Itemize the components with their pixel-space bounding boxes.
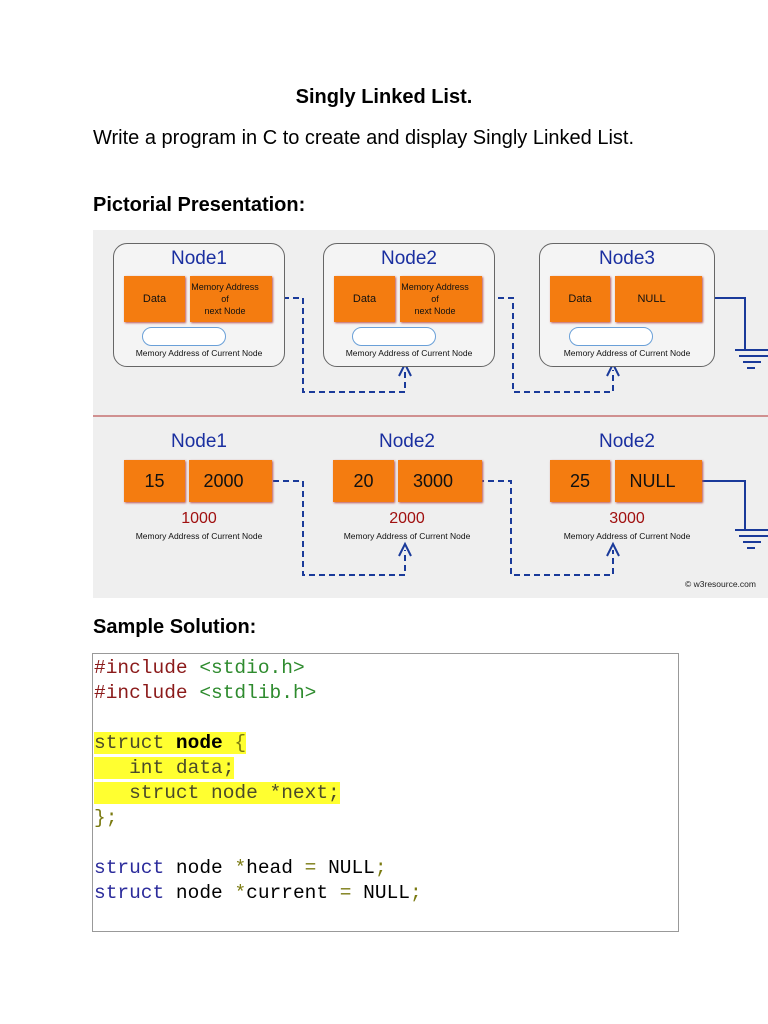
code-line: int data;: [94, 757, 235, 779]
node-address: 1000: [181, 510, 217, 527]
next-cell: 3000: [398, 460, 482, 502]
address-oval: [352, 327, 436, 346]
node-title: Node2: [381, 248, 437, 269]
data-cell: 25: [550, 460, 610, 502]
ground-icon: [735, 529, 768, 549]
page-title: Singly Linked List.: [295, 86, 473, 108]
node-title: Node3: [599, 248, 655, 269]
next-cell: Memory Address of next Node: [400, 276, 482, 322]
code-line: };: [94, 807, 118, 829]
code-line: #include <stdio.h>: [94, 657, 305, 679]
next-cell: NULL: [615, 276, 702, 322]
intro-text: Write a program in C to create and displ…: [93, 127, 635, 149]
node-caption: Memory Address of Current Node: [345, 348, 473, 358]
node-caption: Memory Address of Current Node: [135, 348, 263, 358]
data-cell: Data: [124, 276, 185, 322]
code-line: #include <stdlib.h>: [94, 682, 317, 704]
node-title: Node2: [379, 431, 435, 452]
node-caption: Memory Address of Current Node: [563, 348, 691, 358]
linked-list-diagram: Node1 Node2 Node3 Data Memory Address of n…: [93, 230, 768, 598]
code-block: #include <stdio.h> #include <stdlib.h> s…: [92, 653, 679, 932]
node-address: 3000: [609, 510, 645, 527]
w3resource-credit: © w3resource.com: [685, 579, 756, 589]
node-caption: Memory Address of Current Node: [343, 531, 471, 541]
pictorial-heading: Pictorial Presentation:: [93, 194, 306, 216]
address-oval: [142, 327, 226, 346]
next-cell: Memory Address of next Node: [190, 276, 272, 322]
solution-heading: Sample Solution:: [93, 616, 257, 638]
node-title: Node1: [171, 431, 227, 452]
data-cell: 20: [333, 460, 394, 502]
next-cell: NULL: [615, 460, 702, 502]
code-line: struct node {: [94, 732, 247, 754]
data-cell: 15: [124, 460, 185, 502]
code-line: struct node *current = NULL;: [94, 882, 422, 904]
ground-icon: [735, 349, 768, 369]
code-line: struct node *head = NULL;: [94, 857, 387, 879]
node-title: Node1: [171, 248, 227, 269]
next-cell: 2000: [189, 460, 272, 502]
data-cell: Data: [334, 276, 395, 322]
node-title: Node2: [599, 431, 655, 452]
data-cell: Data: [550, 276, 610, 322]
node-caption: Memory Address of Current Node: [135, 531, 263, 541]
code-line: struct node *next;: [94, 782, 340, 804]
node-caption: Memory Address of Current Node: [563, 531, 691, 541]
address-oval: [569, 327, 653, 346]
node-address: 2000: [389, 510, 425, 527]
